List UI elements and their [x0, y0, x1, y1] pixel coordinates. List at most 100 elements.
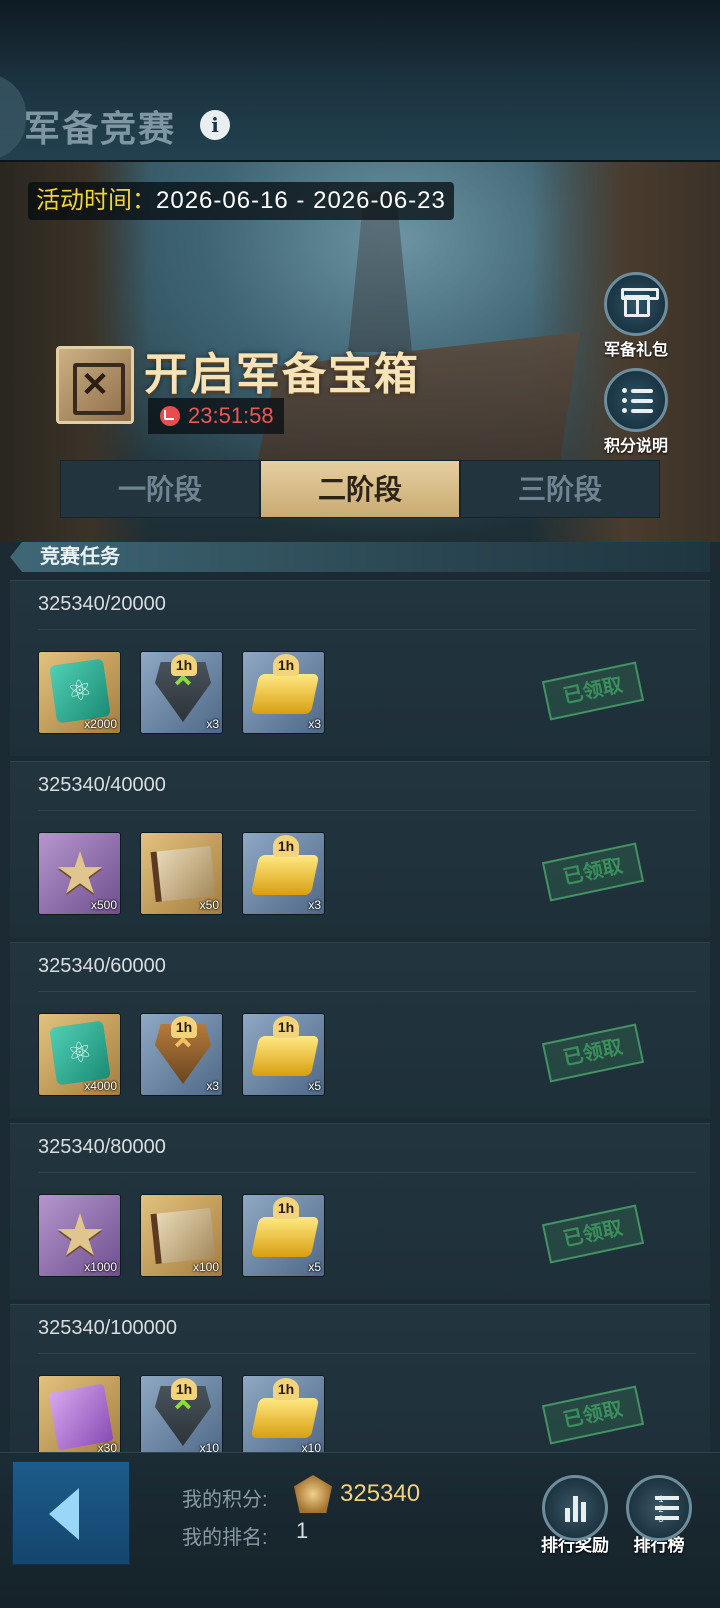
- points-info-label: 积分说明: [603, 438, 668, 455]
- claimed-stamp: 已领取: [541, 661, 645, 721]
- my-score-value: 325340: [340, 1480, 421, 1507]
- clock-icon: [160, 406, 180, 426]
- reward-quantity: x5: [308, 1260, 321, 1274]
- my-rank-label: 我的排名:: [182, 1527, 268, 1549]
- reward-item[interactable]: x30: [38, 1375, 121, 1458]
- page-title: 军备竞赛: [24, 108, 177, 150]
- claimed-stamp: 已领取: [541, 1204, 645, 1264]
- reward-item[interactable]: 1hx10: [140, 1375, 223, 1458]
- chest-icon: ✕: [56, 346, 134, 424]
- star-medal-icon: ★: [54, 1203, 106, 1268]
- section-title: 竞赛任务: [40, 546, 120, 568]
- reward-item[interactable]: 1h x3: [140, 1013, 223, 1096]
- task-row: 325340/40000 ★ x500 x50 1h x3 已领取: [10, 761, 710, 937]
- gift-icon: [604, 272, 668, 336]
- reward-item[interactable]: 1h x5: [242, 1013, 325, 1096]
- star-medal-icon: ★: [54, 841, 106, 906]
- gold-bar-icon: [250, 855, 320, 895]
- duration-tag: 1h: [171, 1016, 197, 1038]
- reward-quantity: x3: [206, 1079, 219, 1093]
- reward-item[interactable]: 1h x3: [242, 651, 325, 734]
- claimed-stamp: 已领取: [541, 1023, 645, 1083]
- reward-quantity: x4000: [84, 1079, 117, 1093]
- chest-title: 开启军备宝箱: [144, 349, 420, 400]
- rank-reward-button[interactable]: 排行奖励: [536, 1475, 614, 1556]
- bottom-bar: 我的积分: 325340 我的排名: 1 排行奖励 123 排行榜: [0, 1452, 720, 1608]
- claimed-stamp: 已领取: [541, 842, 645, 902]
- stage-tabs: 一阶段 二阶段 三阶段: [60, 460, 660, 518]
- gold-bar-icon: [250, 1217, 320, 1257]
- my-score-label: 我的积分:: [182, 1489, 268, 1511]
- section-header: 竞赛任务: [10, 542, 710, 572]
- reward-item[interactable]: x50: [140, 832, 223, 915]
- top-header: 军备竞赛 i: [0, 0, 720, 162]
- reward-item[interactable]: 1h x5: [242, 1194, 325, 1277]
- task-divider: [38, 991, 696, 992]
- points-info-button[interactable]: 积分说明: [598, 368, 674, 456]
- reward-list: ★ x1000 x100 1h x5: [38, 1194, 325, 1277]
- task-progress: 325340/100000: [38, 1317, 178, 1339]
- reward-item[interactable]: x100: [140, 1194, 223, 1277]
- task-divider: [38, 810, 696, 811]
- gift-pack-label: 军备礼包: [603, 342, 668, 359]
- event-time: 活动时间：2026-06-16 - 2026-06-23: [28, 182, 454, 220]
- duration-tag: 1h: [273, 1378, 299, 1400]
- task-divider: [38, 629, 696, 630]
- score-medal-icon: [294, 1475, 332, 1513]
- list-icon: [604, 368, 668, 432]
- chip-icon: [49, 1020, 111, 1086]
- claimed-stamp: 已领取: [541, 1385, 645, 1445]
- tab-stage-2[interactable]: 二阶段: [260, 460, 460, 518]
- tab-stage-3[interactable]: 三阶段: [460, 460, 660, 518]
- gold-bar-icon: [250, 674, 320, 714]
- task-progress: 325340/40000: [38, 774, 166, 796]
- task-row: 325340/60000 x4000 1h x3 1h x5 已领取: [10, 942, 710, 1118]
- reward-item[interactable]: 1h x3: [242, 832, 325, 915]
- back-button[interactable]: [12, 1461, 130, 1565]
- reward-list: x2000 1h x3 1h x3: [38, 651, 325, 734]
- duration-tag: 1h: [273, 1197, 299, 1219]
- countdown-value: 23:51:58: [188, 403, 274, 428]
- duration-tag: 1h: [273, 1016, 299, 1038]
- reward-quantity: x2000: [84, 717, 117, 731]
- reward-item[interactable]: x2000: [38, 651, 121, 734]
- reward-list: ★ x500 x50 1h x3: [38, 832, 325, 915]
- back-arrow-icon: [49, 1488, 79, 1540]
- reward-item[interactable]: x4000: [38, 1013, 121, 1096]
- reward-quantity: x3: [308, 898, 321, 912]
- event-time-label: 活动时间：: [36, 187, 156, 214]
- reward-quantity: x5: [308, 1079, 321, 1093]
- reward-item[interactable]: ★ x1000: [38, 1194, 121, 1277]
- leaderboard-button[interactable]: 123 排行榜: [620, 1475, 698, 1556]
- reward-quantity: x3: [206, 717, 219, 731]
- task-row: 325340/80000 ★ x1000 x100 1h x5 已领取: [10, 1123, 710, 1299]
- tab-stage-1[interactable]: 一阶段: [60, 460, 260, 518]
- reward-quantity: x1000: [84, 1260, 117, 1274]
- my-rank-value: 1: [296, 1518, 309, 1543]
- task-row: 325340/20000 x2000 1h x3 1h x3 已领取: [10, 580, 710, 756]
- leaderboard-icon: 123: [626, 1475, 692, 1541]
- reward-list: x4000 1h x3 1h x5: [38, 1013, 325, 1096]
- header-decoration: [0, 74, 26, 160]
- manual-book-icon: [150, 1208, 216, 1264]
- task-progress: 325340/60000: [38, 955, 166, 977]
- info-icon[interactable]: i: [200, 110, 230, 140]
- duration-tag: 1h: [273, 835, 299, 857]
- gold-bar-icon: [250, 1036, 320, 1076]
- manual-book-icon: [150, 846, 216, 902]
- reward-item[interactable]: 1h x3: [140, 651, 223, 734]
- rank-reward-icon: [542, 1475, 608, 1541]
- duration-tag: 1h: [273, 654, 299, 676]
- reward-quantity: x100: [192, 1260, 219, 1274]
- duration-tag: 1h: [171, 654, 197, 676]
- reward-item[interactable]: ★ x500: [38, 832, 121, 915]
- task-divider: [38, 1353, 696, 1354]
- task-progress: 325340/80000: [38, 1136, 166, 1158]
- gift-pack-button[interactable]: 军备礼包: [598, 272, 674, 360]
- task-list: 325340/20000x20001hx31hx3已领取325340/40000…: [10, 580, 710, 1485]
- reward-quantity: x500: [90, 898, 117, 912]
- reward-item[interactable]: 1hx10: [242, 1375, 325, 1458]
- reward-quantity: x50: [199, 898, 219, 912]
- duration-tag: 1h: [171, 1378, 197, 1400]
- event-banner: 活动时间：2026-06-16 - 2026-06-23 ✕ 开启军备宝箱 23…: [0, 162, 720, 542]
